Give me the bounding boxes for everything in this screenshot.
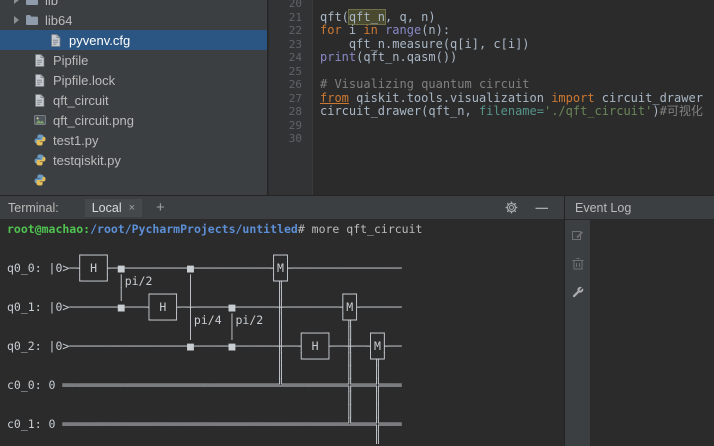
- line-number: 20: [288, 0, 302, 10]
- python-icon: [32, 133, 47, 147]
- code-line-23: 23 qft_n.measure(q[i], c[i]): [269, 37, 714, 52]
- tree-item-label: lib64: [45, 12, 73, 28]
- event-log-toolbar: [565, 220, 591, 446]
- tree-item-label: Pipfile: [53, 52, 89, 68]
- tree-item-pipfile[interactable]: Pipfile: [0, 50, 267, 70]
- terminal-panel: Terminal: Local × + — root@machao:/root/…: [0, 195, 564, 446]
- line-number: 27: [288, 91, 302, 105]
- line-number: 22: [288, 24, 302, 37]
- terminal-tab-label: Local: [91, 200, 122, 215]
- tree-item-label: testqiskit.py: [53, 152, 121, 168]
- code-line-28: 28 circuit_drawer(qft_n, filename='./qft_…: [269, 104, 714, 119]
- code-line-27: 27 from qiskit.tools.visualization import…: [269, 91, 714, 106]
- tree-item-label: pyvenv.cfg: [69, 32, 131, 48]
- line-number: 26: [288, 78, 302, 91]
- tree-item-pipfile-lock[interactable]: Pipfile.lock: [0, 70, 267, 90]
- tree-item-label: qft_circuit: [53, 92, 109, 108]
- tree-item-label: lib: [45, 0, 59, 8]
- line-number: 24: [288, 51, 302, 64]
- add-session-button[interactable]: +: [156, 199, 165, 216]
- minimize-icon[interactable]: —: [536, 201, 549, 215]
- code-line-29: 29: [269, 119, 714, 133]
- wrench-icon[interactable]: [571, 285, 585, 299]
- code-line-26: 26 # Visualizing quantum circuit: [269, 77, 714, 92]
- tree-item-lib[interactable]: lib: [0, 0, 267, 10]
- editor-panel[interactable]: 20 21 qft(qft_n, q, n) 22 for i in range(n):…: [269, 0, 714, 195]
- event-log-header: Event Log: [565, 196, 714, 220]
- chevron-right-icon[interactable]: [14, 0, 19, 4]
- folder-icon: [24, 13, 39, 27]
- event-log-panel: Event Log: [564, 195, 714, 446]
- line-number: 29: [288, 118, 302, 132]
- event-log-content: [592, 220, 714, 446]
- close-tab-icon[interactable]: ×: [129, 202, 135, 214]
- tree-item-label: test1.py: [53, 132, 99, 148]
- tree-item-partial[interactable]: [0, 170, 267, 190]
- code-area[interactable]: 20 21 qft(qft_n, q, n) 22 for i in range(n):…: [269, 0, 714, 146]
- terminal-output[interactable]: root@machao:/root/PycharmProjects/untitl…: [0, 220, 564, 444]
- pycharm-window: lib lib64 pyvenv.cfg Pipfile Pipfile.lock qft…: [0, 0, 714, 446]
- folder-icon: [24, 0, 39, 7]
- code-line-24: 24 print(qft_n.qasm()): [269, 50, 714, 65]
- image-icon: [32, 113, 47, 127]
- line-number: 21: [288, 10, 302, 24]
- project-tree-panel: lib lib64 pyvenv.cfg Pipfile Pipfile.lock qft…: [0, 0, 268, 195]
- code-line-21: 21 qft(qft_n, q, n): [269, 9, 714, 25]
- tree-item-testqiskit-py[interactable]: testqiskit.py: [0, 150, 267, 170]
- line-number: 23: [288, 37, 302, 51]
- event-log-title: Event Log: [575, 200, 632, 215]
- code-line-22: 22 for i in range(n):: [269, 23, 714, 38]
- line-number: 25: [288, 64, 302, 78]
- gear-icon[interactable]: [505, 201, 518, 214]
- terminal-header: Terminal: Local × + —: [0, 196, 564, 220]
- code-line-30: 30: [269, 132, 714, 146]
- file-icon: [32, 73, 47, 87]
- tree-item-test1-py[interactable]: test1.py: [0, 130, 267, 150]
- file-icon: [32, 93, 47, 107]
- terminal-tab-local[interactable]: Local ×: [84, 198, 143, 217]
- file-icon: [48, 33, 63, 47]
- file-icon: [32, 53, 47, 67]
- project-tree: lib lib64 pyvenv.cfg Pipfile Pipfile.lock qft…: [0, 0, 267, 190]
- tree-item-qft-circuit-png[interactable]: qft_circuit.png: [0, 110, 267, 130]
- line-number: 30: [288, 132, 302, 145]
- code-line-25: 25: [269, 65, 714, 79]
- mark-all-read-icon[interactable]: [571, 229, 584, 242]
- tree-item-qft-circuit[interactable]: qft_circuit: [0, 90, 267, 110]
- tree-item-label: Pipfile.lock: [53, 72, 116, 88]
- tree-item-pyvenv-cfg[interactable]: pyvenv.cfg: [0, 30, 267, 50]
- python-icon: [32, 153, 47, 167]
- tree-item-lib64[interactable]: lib64: [0, 10, 267, 30]
- terminal-text-line: ║: [7, 430, 381, 444]
- tree-item-label: qft_circuit.png: [53, 112, 134, 128]
- chevron-right-icon[interactable]: [14, 16, 19, 24]
- prompt-line: root@machao:/root/PycharmProjects/untitl…: [7, 222, 423, 236]
- terminal-title: Terminal:: [8, 200, 59, 215]
- trash-icon[interactable]: [572, 257, 584, 270]
- python-icon: [32, 173, 47, 187]
- line-number: 28: [288, 105, 302, 118]
- circuit-art: ┌───┐ ┌─┐ q0_0: |0>─┤ H ├─■─────────■────…: [7, 236, 564, 444]
